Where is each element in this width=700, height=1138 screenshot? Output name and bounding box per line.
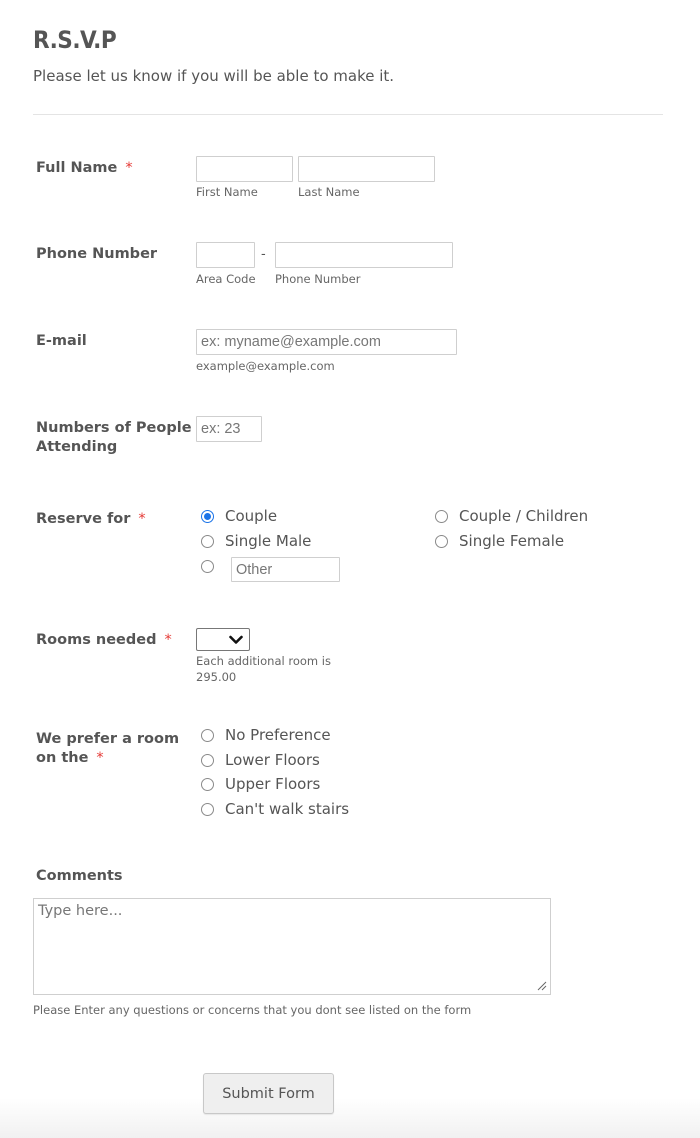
email-sublabel: example@example.com	[196, 359, 335, 373]
room-pref-label-line2: on the	[36, 750, 89, 766]
radio-icon[interactable]	[201, 560, 214, 573]
rooms-label: Rooms needed *	[36, 631, 172, 650]
radio-icon[interactable]	[435, 534, 448, 548]
reserve-for-label: Reserve for *	[36, 510, 146, 529]
room-pref-label-line1: We prefer a room	[36, 731, 180, 747]
required-mark: *	[138, 511, 146, 527]
phone-number-input[interactable]	[275, 242, 453, 268]
full-name-label: Full Name *	[36, 159, 133, 178]
phone-number-sublabel: Phone Number	[275, 272, 361, 286]
rooms-sublabel: Each additional room is 295.00	[196, 653, 331, 685]
radio-icon[interactable]	[201, 534, 214, 548]
room-pref-lower-floors[interactable]: Lower Floors	[201, 751, 320, 769]
option-label: Lower Floors	[225, 751, 320, 769]
attendees-input[interactable]	[196, 416, 262, 442]
header-divider	[33, 114, 663, 115]
option-label: Can't walk stairs	[225, 800, 350, 818]
required-mark: *	[125, 160, 133, 176]
room-pref-cant-walk-stairs[interactable]: Can't walk stairs	[201, 800, 349, 818]
radio-icon[interactable]	[201, 728, 214, 742]
radio-icon[interactable]	[435, 509, 448, 523]
reserve-option-other[interactable]	[201, 560, 225, 573]
email-input[interactable]	[196, 329, 457, 355]
attendees-label: Numbers of People Attending	[36, 420, 192, 455]
rooms-select[interactable]	[196, 628, 250, 651]
page-bottom-fade	[0, 1098, 700, 1138]
last-name-sublabel: Last Name	[298, 185, 360, 199]
reserve-option-single-female[interactable]: Single Female	[435, 532, 564, 550]
reserve-option-couple[interactable]: Couple	[201, 507, 277, 525]
form-title: R.S.V.P	[33, 26, 117, 54]
area-code-sublabel: Area Code	[196, 272, 256, 286]
first-name-input[interactable]	[196, 156, 293, 182]
last-name-input[interactable]	[298, 156, 435, 182]
option-label: Couple / Children	[459, 507, 589, 525]
rooms-label-text: Rooms needed	[36, 632, 157, 648]
form-header: R.S.V.P Please let us know if you will b…	[33, 26, 394, 85]
first-name-sublabel: First Name	[196, 185, 258, 199]
reserve-option-single-male[interactable]: Single Male	[201, 532, 311, 550]
comments-sublabel: Please Enter any questions or concerns t…	[33, 1003, 472, 1017]
required-mark: *	[96, 750, 104, 766]
phone-label: Phone Number	[36, 246, 158, 262]
rooms-sublabel-line2: 295.00	[196, 670, 237, 684]
option-label: Upper Floors	[225, 775, 321, 793]
option-label: No Preference	[225, 726, 331, 744]
resize-grip-icon[interactable]	[536, 980, 547, 991]
reserve-for-label-text: Reserve for	[36, 511, 131, 527]
phone-separator: -	[261, 247, 266, 262]
radio-icon[interactable]	[201, 802, 214, 816]
reserve-option-couple-children[interactable]: Couple / Children	[435, 507, 588, 525]
email-label: E-mail	[36, 333, 87, 349]
reserve-other-input[interactable]	[231, 557, 340, 582]
room-pref-upper-floors[interactable]: Upper Floors	[201, 775, 320, 793]
radio-checked-icon[interactable]	[201, 509, 214, 523]
full-name-label-text: Full Name	[36, 160, 118, 176]
comments-label: Comments	[36, 868, 123, 884]
submit-button[interactable]: Submit Form	[203, 1073, 334, 1114]
radio-icon[interactable]	[201, 777, 214, 791]
room-pref-no-preference[interactable]: No Preference	[201, 726, 331, 744]
option-label: Single Female	[459, 532, 565, 550]
chevron-down-icon	[229, 635, 243, 644]
room-pref-label: We prefer a room on the *	[36, 730, 179, 768]
radio-icon[interactable]	[201, 753, 214, 767]
comments-textarea[interactable]	[33, 898, 551, 995]
form-subtitle: Please let us know if you will be able t…	[33, 67, 395, 85]
area-code-input[interactable]	[196, 242, 255, 268]
required-mark: *	[164, 632, 172, 648]
option-label: Couple	[225, 507, 278, 525]
option-label: Single Male	[225, 532, 312, 550]
rooms-sublabel-line1: Each additional room is	[196, 654, 331, 668]
